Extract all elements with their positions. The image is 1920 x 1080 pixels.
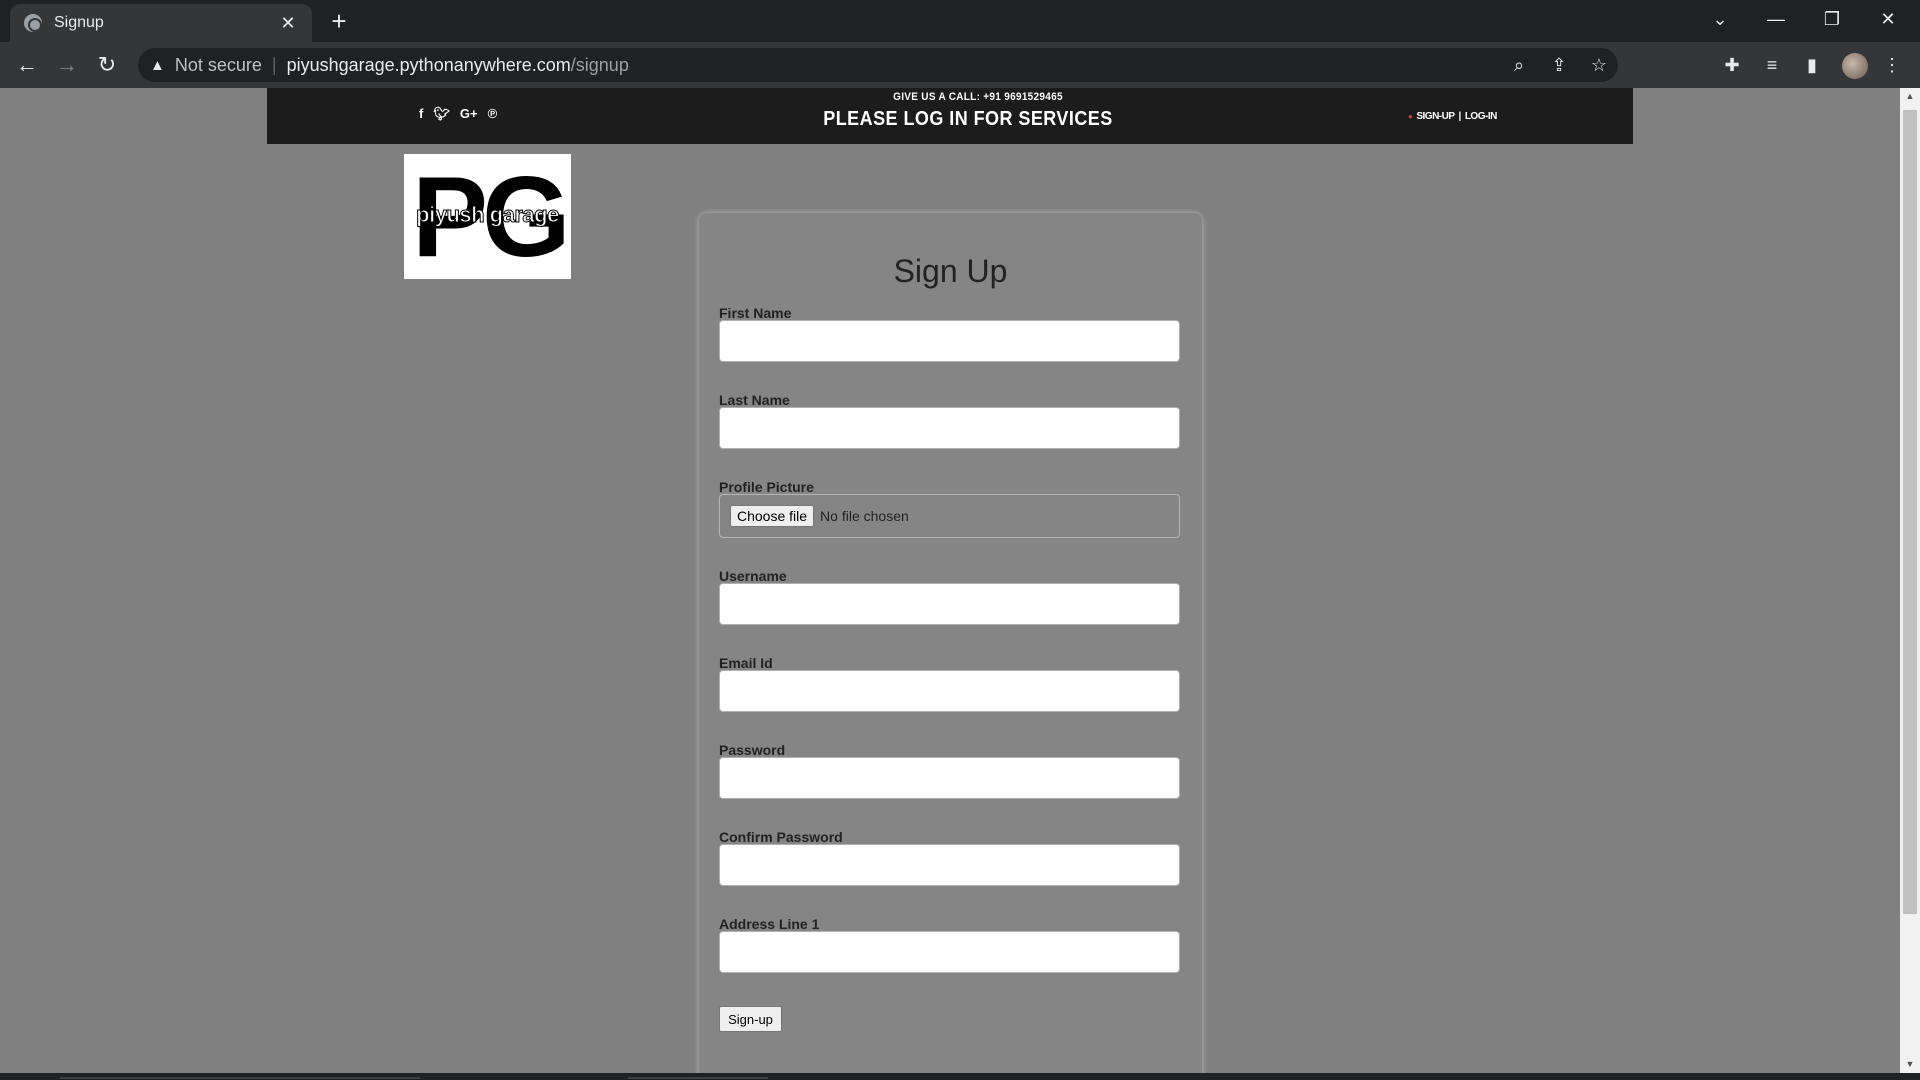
signup-link[interactable]: SIGN-UP bbox=[1416, 111, 1455, 122]
username-input[interactable] bbox=[719, 583, 1180, 625]
confirm-password-label: Confirm Password bbox=[719, 829, 843, 845]
user-icon: ● bbox=[1408, 112, 1413, 121]
scroll-up-arrow-icon[interactable]: ▲ bbox=[1900, 88, 1920, 105]
globe-icon bbox=[24, 14, 42, 32]
password-input[interactable] bbox=[719, 757, 1180, 799]
extensions-icon[interactable]: ✚ bbox=[1720, 53, 1744, 77]
url-separator: | bbox=[271, 54, 277, 75]
restore-icon[interactable]: ❐ bbox=[1804, 0, 1860, 38]
address-bar[interactable]: ▲ Not secure | piyushgarage.pythonanywhe… bbox=[138, 48, 1618, 82]
signup-card: Sign Up First Name Last Name Profile Pic… bbox=[699, 213, 1202, 1073]
header-headline: PLEASE LOG IN FOR SERVICES bbox=[823, 108, 1113, 130]
bottom-segment bbox=[628, 1077, 768, 1079]
security-status: Not secure bbox=[174, 54, 262, 75]
new-tab-button[interactable]: + bbox=[325, 8, 353, 36]
back-icon[interactable]: ← bbox=[13, 51, 41, 79]
window-bottom-edge bbox=[0, 1073, 1920, 1080]
site-header: f 🐦︎ G+ ℗ GIVE US A CALL: +91 9691529465… bbox=[267, 88, 1633, 144]
close-tab-icon[interactable]: ✕ bbox=[278, 13, 298, 34]
password-label: Password bbox=[719, 742, 786, 758]
close-window-icon[interactable]: ✕ bbox=[1860, 0, 1916, 38]
choose-file-button[interactable]: Choose file bbox=[730, 505, 815, 527]
first-name-input[interactable] bbox=[719, 320, 1180, 362]
call-info: GIVE US A CALL: +91 9691529465 bbox=[893, 91, 1063, 104]
media-control-icon[interactable]: ≡ bbox=[1760, 53, 1784, 77]
url-host: piyushgarage.pythonanywhere.com bbox=[286, 54, 571, 75]
page-scrollbar[interactable]: ▲ ▼ bbox=[1900, 88, 1920, 1073]
first-name-label: First Name bbox=[719, 305, 792, 321]
bottom-segment bbox=[60, 1077, 420, 1079]
minimize-icon[interactable]: — bbox=[1748, 0, 1804, 38]
forward-icon[interactable]: → bbox=[53, 51, 81, 79]
profile-picture-label: Profile Picture bbox=[719, 479, 814, 495]
side-panel-icon[interactable]: ▮ bbox=[1800, 53, 1824, 77]
scroll-down-arrow-icon[interactable]: ▼ bbox=[1900, 1056, 1920, 1073]
signup-submit-button[interactable]: Sign-up bbox=[719, 1006, 782, 1032]
confirm-password-input[interactable] bbox=[719, 844, 1180, 886]
login-link[interactable]: LOG-IN bbox=[1465, 111, 1498, 122]
tab-search-icon[interactable]: ⌄ bbox=[1692, 0, 1748, 38]
last-name-input[interactable] bbox=[719, 407, 1180, 449]
form-title: Sign Up bbox=[893, 253, 1008, 289]
zoom-icon[interactable]: ⌕ bbox=[1508, 54, 1530, 76]
auth-links: ● SIGN-UP | LOG-IN bbox=[1408, 111, 1497, 122]
browser-toolbar: ← → ↻ ▲ Not secure | piyushgarage.python… bbox=[0, 42, 1920, 88]
tab-title: Signup bbox=[54, 14, 104, 31]
address-line-1-input[interactable] bbox=[719, 931, 1180, 973]
email-label: Email Id bbox=[719, 655, 773, 671]
reload-icon[interactable]: ↻ bbox=[93, 51, 121, 79]
bookmark-star-icon[interactable]: ☆ bbox=[1588, 54, 1610, 76]
menu-kebab-icon[interactable]: ⋮ bbox=[1880, 53, 1904, 77]
browser-tab[interactable]: Signup ✕ bbox=[10, 4, 312, 42]
warning-icon: ▲ bbox=[150, 56, 165, 74]
address-line-1-label: Address Line 1 bbox=[719, 916, 820, 932]
profile-avatar[interactable] bbox=[1842, 53, 1868, 79]
profile-picture-input[interactable]: Choose file No file chosen bbox=[719, 494, 1180, 538]
email-input[interactable] bbox=[719, 670, 1180, 712]
link-divider: | bbox=[1458, 111, 1462, 122]
page-viewport: f 🐦︎ G+ ℗ GIVE US A CALL: +91 9691529465… bbox=[0, 88, 1900, 1073]
share-icon[interactable]: ⇪ bbox=[1548, 54, 1570, 76]
last-name-label: Last Name bbox=[719, 392, 790, 408]
site-logo[interactable]: PG piyush garage bbox=[404, 154, 571, 279]
tab-strip: Signup ✕ + ⌄ — ❐ ✕ bbox=[0, 0, 1920, 42]
username-label: Username bbox=[719, 568, 787, 584]
url-path: /signup bbox=[570, 54, 629, 75]
scroll-thumb[interactable] bbox=[1903, 110, 1917, 914]
file-status: No file chosen bbox=[820, 508, 909, 524]
logo-text: piyush garage bbox=[416, 202, 560, 228]
